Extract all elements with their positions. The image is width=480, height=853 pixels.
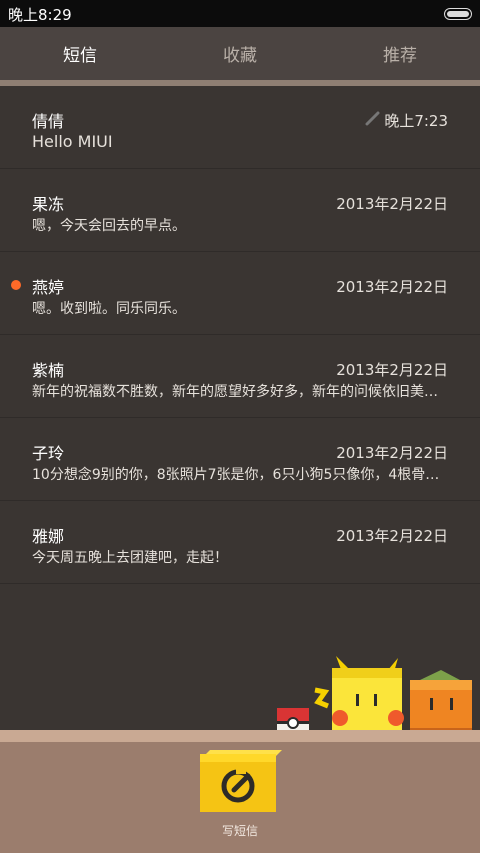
message-date: 2013年2月22日	[336, 195, 448, 213]
tab-bar: 短信 收藏 推荐	[0, 27, 480, 80]
pikachu-icon	[314, 656, 404, 740]
pencil-icon	[365, 111, 380, 126]
message-preview: 10分想念9别的你，8张照片7张是你，6只小狗5只像你，4根骨头…	[32, 467, 444, 483]
message-preview: Hello MIUI	[32, 132, 113, 151]
compose-label: 写短信	[221, 824, 258, 838]
battery-icon	[444, 8, 472, 20]
message-row[interactable]: 果冻 2013年2月22日 嗯，今天会回去的早点。	[0, 169, 480, 252]
unread-dot-icon	[11, 280, 21, 290]
message-preview: 今天周五晚上去团建吧，走起！	[32, 550, 228, 566]
shelf	[0, 730, 480, 742]
mascot-illustration	[277, 656, 472, 740]
message-preview: 嗯，今天会回去的早点。	[32, 218, 186, 234]
tab-messages[interactable]: 短信	[0, 27, 160, 80]
contact-name: 果冻	[32, 195, 65, 214]
message-date: 2013年2月22日	[336, 444, 448, 462]
contact-name: 燕婷	[32, 278, 65, 297]
status-time: 晚上8:29	[8, 6, 72, 24]
message-row[interactable]: 紫楠 2013年2月22日 新年的祝福数不胜数，新年的愿望好多好多，新年的问候依…	[0, 335, 480, 418]
message-preview: 新年的祝福数不胜数，新年的愿望好多好多，新年的问候依旧美好…	[32, 384, 444, 400]
message-row[interactable]: 倩倩 晚上7:23 Hello MIUI	[0, 86, 480, 169]
message-preview: 嗯。收到啦。同乐同乐。	[32, 301, 186, 317]
tab-recommended[interactable]: 推荐	[320, 27, 480, 80]
message-row[interactable]: 子玲 2013年2月22日 10分想念9别的你，8张照片7张是你，6只小狗5只像…	[0, 418, 480, 501]
message-list: 倩倩 晚上7:23 Hello MIUI 果冻 2013年2月22日 嗯，今天会…	[0, 86, 480, 584]
message-row[interactable]: 燕婷 2013年2月22日 嗯。收到啦。同乐同乐。	[0, 252, 480, 335]
status-bar: 晚上8:29	[0, 0, 480, 27]
compose-button[interactable]	[198, 750, 282, 816]
contact-name: 子玲	[32, 444, 65, 463]
contact-name: 雅娜	[32, 527, 65, 546]
message-date: 晚上7:23	[384, 112, 448, 130]
tab-favorites[interactable]: 收藏	[160, 27, 320, 80]
message-date: 2013年2月22日	[336, 278, 448, 296]
contact-name: 紫楠	[32, 361, 65, 380]
contact-name: 倩倩	[32, 112, 65, 131]
message-date: 2013年2月22日	[336, 527, 448, 545]
message-row[interactable]: 雅娜 2013年2月22日 今天周五晚上去团建吧，走起！	[0, 501, 480, 584]
message-date: 2013年2月22日	[336, 361, 448, 379]
